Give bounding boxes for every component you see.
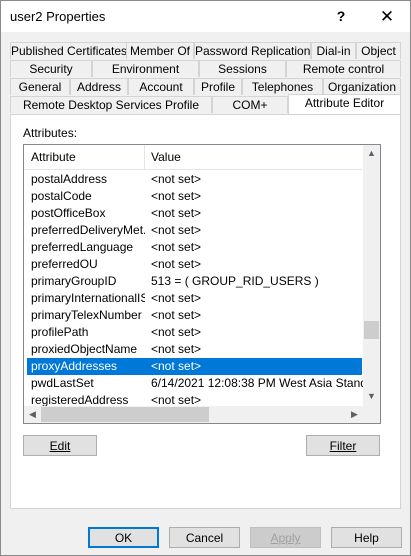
horizontal-scrollbar[interactable]: ◀ ▶ xyxy=(24,406,365,423)
filter-button[interactable]: Filter xyxy=(306,435,380,456)
table-row[interactable]: primaryTelexNumber <not set> xyxy=(27,307,362,324)
table-row[interactable]: primaryInternationalIS... <not set> xyxy=(27,290,362,307)
tab-object[interactable]: Object xyxy=(356,42,401,59)
vertical-scroll-thumb[interactable] xyxy=(364,321,379,339)
scroll-corner xyxy=(363,406,380,423)
attribute-name: preferredDeliveryMet... xyxy=(31,223,145,237)
help-button[interactable]: Help xyxy=(331,527,402,548)
attribute-value: <not set> xyxy=(151,325,202,339)
tab-profile[interactable]: Profile xyxy=(194,78,242,95)
attribute-name: pwdLastSet xyxy=(31,376,94,390)
tab-remote-control[interactable]: Remote control xyxy=(286,60,401,77)
tab-telephones[interactable]: Telephones xyxy=(242,78,323,95)
attribute-value: <not set> xyxy=(151,172,202,186)
attribute-value: 513 = ( GROUP_RID_USERS ) xyxy=(151,274,319,288)
attribute-value: <not set> xyxy=(151,359,202,373)
table-row[interactable]: preferredOU <not set> xyxy=(27,256,362,273)
properties-dialog: user2 Properties ? ✕ Published Certifica… xyxy=(0,0,411,556)
close-icon[interactable]: ✕ xyxy=(364,1,410,32)
table-row[interactable]: postalAddress <not set> xyxy=(27,171,362,188)
tab-sessions[interactable]: Sessions xyxy=(199,60,286,77)
table-row[interactable]: postalCode <not set> xyxy=(27,188,362,205)
tab-security[interactable]: Security xyxy=(10,60,92,77)
tab-general[interactable]: General xyxy=(10,78,70,95)
column-header-attribute[interactable]: Attribute xyxy=(31,150,76,164)
table-row[interactable]: pwdLastSet 6/14/2021 12:08:38 PM West Asi… xyxy=(27,375,380,392)
scroll-down-icon[interactable]: ▼ xyxy=(363,391,380,401)
tab-dial-in[interactable]: Dial-in xyxy=(311,42,356,59)
attribute-value: <not set> xyxy=(151,240,202,254)
attribute-value: 6/14/2021 12:08:38 PM West Asia Standard xyxy=(151,376,381,390)
attribute-value: <not set> xyxy=(151,223,202,237)
ok-button[interactable]: OK xyxy=(88,527,159,548)
tab-com-plus[interactable]: COM+ xyxy=(212,96,288,113)
attribute-value: <not set> xyxy=(151,189,202,203)
edit-button-label: Edit xyxy=(49,439,71,453)
vertical-scrollbar[interactable]: ▲ ▼ xyxy=(363,145,380,407)
attribute-name: postalCode xyxy=(31,189,92,203)
attribute-name: proxyAddresses xyxy=(31,359,118,373)
scroll-up-icon[interactable]: ▲ xyxy=(363,148,380,158)
scroll-right-icon[interactable]: ▶ xyxy=(346,409,363,420)
title-bar: user2 Properties ? ✕ xyxy=(1,1,410,32)
table-row[interactable]: preferredDeliveryMet... <not set> xyxy=(27,222,362,239)
tab-member-of[interactable]: Member Of xyxy=(126,42,194,59)
table-row[interactable]: proxyAddresses <not set> xyxy=(27,358,362,375)
table-row[interactable]: primaryGroupID 513 = ( GROUP_RID_USERS ) xyxy=(27,273,362,290)
apply-button-label: Apply xyxy=(270,531,301,545)
attribute-name: primaryInternationalIS... xyxy=(31,291,145,305)
cancel-button[interactable]: Cancel xyxy=(169,527,240,548)
table-row[interactable]: postOfficeBox <not set> xyxy=(27,205,362,222)
filter-button-label: Filter xyxy=(329,439,357,453)
table-row[interactable]: preferredLanguage <not set> xyxy=(27,239,362,256)
window-title: user2 Properties xyxy=(10,9,106,24)
tab-published-certificates[interactable]: Published Certificates xyxy=(10,42,127,59)
attribute-name: profilePath xyxy=(31,325,89,339)
attribute-name: primaryTelexNumber xyxy=(31,308,142,322)
attribute-value: <not set> xyxy=(151,342,202,356)
tab-password-replication[interactable]: Password Replication xyxy=(194,42,311,59)
attribute-name: preferredOU xyxy=(31,257,98,271)
table-row[interactable]: profilePath <not set> xyxy=(27,324,362,341)
attribute-name: postalAddress xyxy=(31,172,108,186)
column-header-value[interactable]: Value xyxy=(151,150,181,164)
tab-environment[interactable]: Environment xyxy=(92,60,199,77)
attributes-list[interactable]: Attribute Value postalAddress <not set> po… xyxy=(23,144,381,424)
attribute-name: proxiedObjectName xyxy=(31,342,138,356)
list-header: Attribute Value xyxy=(24,145,362,170)
attribute-name: preferredLanguage xyxy=(31,240,134,254)
table-row[interactable]: proxiedObjectName <not set> xyxy=(27,341,362,358)
attributes-label: Attributes: xyxy=(23,126,78,140)
apply-button[interactable]: Apply xyxy=(250,527,321,548)
tab-account[interactable]: Account xyxy=(128,78,194,95)
help-icon[interactable]: ? xyxy=(318,1,364,32)
attribute-name: primaryGroupID xyxy=(31,274,117,288)
edit-button[interactable]: Edit xyxy=(23,435,97,456)
attribute-value: <not set> xyxy=(151,257,202,271)
tab-organization[interactable]: Organization xyxy=(323,78,401,95)
attribute-value: <not set> xyxy=(151,291,202,305)
attribute-name: postOfficeBox xyxy=(31,206,106,220)
attribute-value: <not set> xyxy=(151,308,202,322)
scroll-left-icon[interactable]: ◀ xyxy=(24,409,41,420)
tab-address[interactable]: Address xyxy=(70,78,128,95)
tab-attribute-editor[interactable]: Attribute Editor xyxy=(288,94,401,114)
attribute-value: <not set> xyxy=(151,206,202,220)
horizontal-scroll-thumb[interactable] xyxy=(41,407,209,422)
tab-remote-desktop-services-profile[interactable]: Remote Desktop Services Profile xyxy=(10,96,212,113)
